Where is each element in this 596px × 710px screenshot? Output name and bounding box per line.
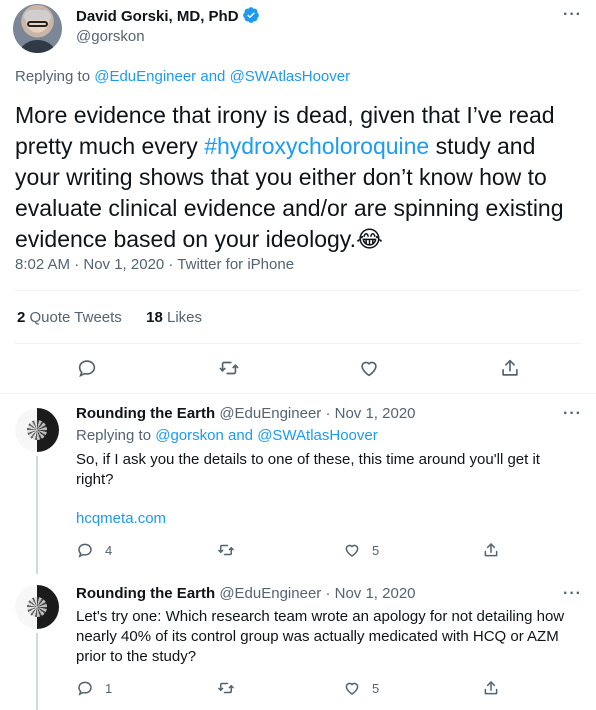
avatar-shirt [17, 40, 58, 53]
reply-date[interactable]: · Nov 1, 2020 [321, 585, 415, 602]
reply-count[interactable]: 4 [105, 543, 112, 558]
like-count[interactable]: 5 [372, 543, 379, 558]
reply-text: So, if I ask you the details to one of t… [76, 451, 540, 488]
replying-and: and [223, 427, 258, 444]
tweet-stats: 2 Quote Tweets 18 Likes [17, 309, 202, 326]
like-count[interactable]: 5 [372, 681, 379, 696]
reply-date[interactable]: · Nov 1, 2020 [321, 405, 415, 422]
replying-and: and [196, 68, 230, 85]
more-icon[interactable]: ··· [563, 405, 582, 423]
quote-count[interactable]: 2 [17, 309, 25, 326]
like-icon[interactable] [358, 357, 380, 379]
divider [15, 290, 581, 291]
reply-avatar[interactable] [15, 408, 59, 452]
author-name-text[interactable]: David Gorski, MD, PhD [76, 8, 239, 25]
author-avatar[interactable] [13, 4, 62, 53]
reply-icon[interactable] [76, 541, 94, 559]
share-icon[interactable] [482, 679, 500, 697]
reply-header: Rounding the Earth @EduEngineer · Nov 1,… [76, 405, 416, 422]
tweet-text: More evidence that irony is dead, given … [15, 100, 585, 255]
divider [15, 343, 581, 344]
replying-prefix: Replying to [76, 427, 156, 444]
likes-stat[interactable]: 18 Likes [146, 309, 202, 326]
like-icon[interactable] [343, 679, 361, 697]
reply-header: Rounding the Earth @EduEngineer · Nov 1,… [76, 585, 416, 602]
hashtag-link[interactable]: #hydroxycholoroquine [204, 133, 429, 159]
like-count[interactable]: 18 [146, 309, 163, 326]
mention-link[interactable]: @EduEngineer [94, 68, 196, 85]
quote-label[interactable]: Quote Tweets [30, 309, 122, 326]
likes-label[interactable]: Likes [167, 309, 202, 326]
like-icon[interactable] [343, 541, 361, 559]
thread-line [36, 633, 38, 710]
reply-avatar[interactable] [15, 585, 59, 629]
reply-link[interactable]: hcqmeta.com [76, 509, 166, 529]
laughing-emoji: 😂 [355, 226, 383, 252]
avatar-hair [24, 10, 51, 20]
globe-graphic [27, 420, 47, 440]
thread-line [36, 456, 38, 574]
retweet-icon[interactable] [217, 541, 235, 559]
retweet-icon[interactable] [217, 679, 235, 697]
author-handle[interactable]: @gorskon [76, 28, 145, 45]
reply-icon[interactable] [76, 357, 98, 379]
quote-tweets-stat[interactable]: 2 Quote Tweets [17, 309, 122, 326]
share-icon[interactable] [499, 357, 521, 379]
replying-prefix: Replying to [15, 68, 95, 85]
replying-to: Replying to @gorskon and @SWAtlasHoover [76, 427, 378, 444]
more-icon[interactable]: ··· [563, 585, 582, 603]
more-icon[interactable]: ··· [563, 6, 582, 24]
mention-link[interactable]: @SWAtlasHoover [230, 68, 351, 85]
share-icon[interactable] [482, 541, 500, 559]
reply-author-handle[interactable]: @EduEngineer [219, 405, 321, 422]
reply-text: Let's try one: Which research team wrote… [76, 608, 565, 665]
reply-count[interactable]: 1 [105, 681, 112, 696]
mention-link[interactable]: @gorskon [155, 427, 224, 444]
author-name[interactable]: David Gorski, MD, PhD [76, 6, 260, 28]
reply-author-name[interactable]: Rounding the Earth [76, 585, 215, 602]
globe-graphic [27, 597, 47, 617]
verified-badge-icon [242, 6, 260, 28]
reply-author-handle[interactable]: @EduEngineer [219, 585, 321, 602]
retweet-icon[interactable] [218, 357, 240, 379]
divider [0, 393, 596, 394]
avatar-glasses [27, 21, 48, 27]
replying-to: Replying to @EduEngineer and @SWAtlasHoo… [15, 68, 350, 85]
reply-icon[interactable] [76, 679, 94, 697]
mention-link[interactable]: @SWAtlasHoover [257, 427, 378, 444]
reply-author-name[interactable]: Rounding the Earth [76, 405, 215, 422]
tweet-timestamp[interactable]: 8:02 AM · Nov 1, 2020 · Twitter for iPho… [15, 256, 294, 273]
